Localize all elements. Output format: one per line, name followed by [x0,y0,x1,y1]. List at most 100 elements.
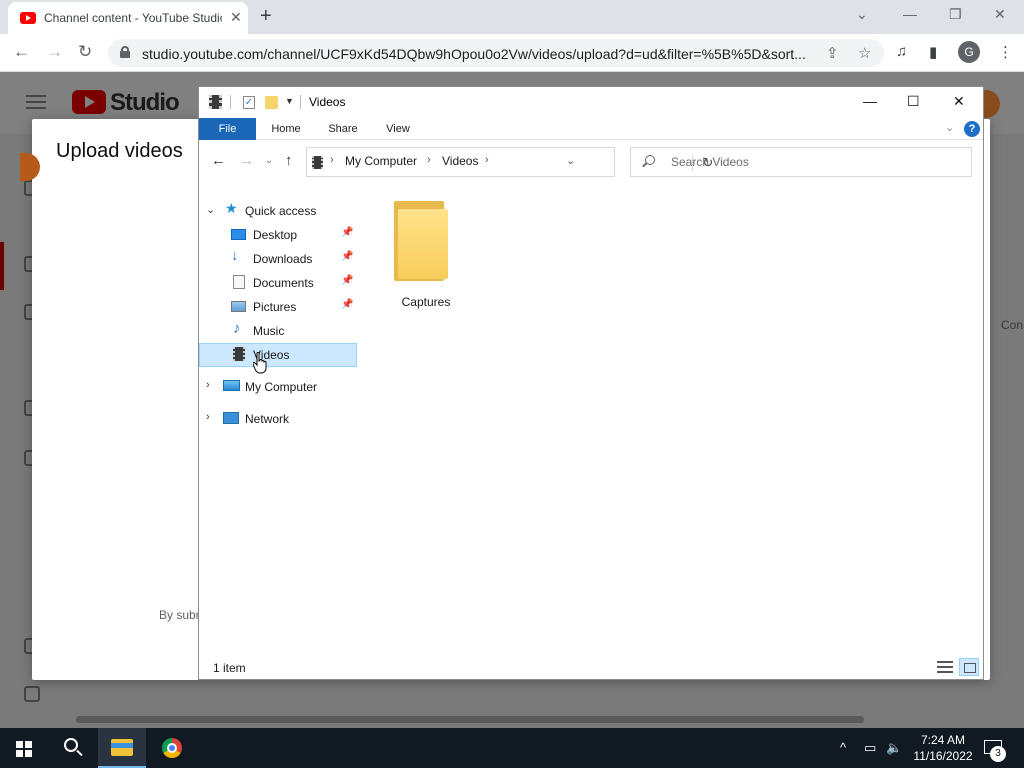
file-list: Captures [360,193,982,633]
explorer-close-button[interactable]: ✕ [953,93,965,110]
upload-avatar [20,153,40,181]
network-tray-icon[interactable]: ▭ [864,740,876,756]
show-hidden-icons-chevron-icon[interactable]: ^ [840,740,846,755]
restore-button[interactable]: ❐ [949,6,962,23]
taskbar-file-explorer[interactable] [98,728,146,768]
breadcrumb-chevron-icon[interactable]: › [427,154,431,166]
volume-icon[interactable]: 🔈 [886,740,902,756]
pin-icon[interactable]: 📌 [341,227,353,238]
tree-item-my-computer[interactable]: › My Computer [199,375,357,399]
tree-label: My Computer [245,380,318,394]
tree-item-desktop[interactable]: Desktop 📌 [199,223,357,247]
taskbar-chrome[interactable] [148,728,196,768]
studio-logo-text[interactable]: Studio [110,89,180,117]
ribbon-tab-home[interactable]: Home [261,118,311,140]
computer-icon [223,380,240,391]
windows-taskbar: ^ ▭ 🔈 7:24 AM 11/16/2022 3 [0,728,1024,768]
customize-toolbar-dropdown-icon[interactable]: ▼ [285,96,294,106]
explorer-back-button[interactable]: ← [211,152,226,169]
search-input[interactable]: Search Videos [630,147,972,177]
horizontal-scrollbar[interactable] [76,716,864,723]
tree-item-music[interactable]: ♪ Music [199,319,357,343]
side-panel-icon[interactable]: ▮ [929,43,937,61]
explorer-titlebar[interactable]: ✓ ▼ Videos — ☐ ✕ [199,87,983,117]
breadcrumb-chevron-icon[interactable]: › [330,154,334,166]
browser-toolbar: ← → ↻ studio.youtube.com/channel/UCF9xKd… [0,34,1024,72]
tab-close-icon[interactable]: ✕ [230,9,242,26]
lock-icon[interactable] [120,46,130,58]
tree-item-documents[interactable]: Documents 📌 [199,271,357,295]
forward-button[interactable]: → [46,42,63,62]
collapse-chevron-icon[interactable]: ⌄ [206,203,215,216]
tab-search-chevron-icon[interactable]: ⌄ [856,6,868,23]
taskbar-search-icon[interactable] [64,738,78,752]
ribbon-tabs: File Home Share View ⌄ ? [199,118,983,140]
sidebar-active-indicator [0,242,4,290]
tree-item-videos[interactable]: Videos [199,343,357,367]
upload-dialog-title: Upload videos [56,140,183,162]
recent-locations-chevron-icon[interactable]: ⌄ [265,155,273,166]
back-button[interactable]: ← [13,42,30,62]
expand-chevron-icon[interactable]: › [206,379,210,391]
background-column-text: Con [1001,318,1024,332]
browser-tab[interactable]: Channel content - YouTube Studio ✕ [8,2,248,34]
explorer-minimize-button[interactable]: — [863,93,877,109]
large-icons-view-icon[interactable] [959,658,979,676]
tree-item-quick-access[interactable]: ⌄ ★ Quick access [199,199,357,223]
folder-label: Captures [401,295,451,309]
expand-ribbon-icon[interactable]: ⌄ [945,121,954,134]
sidebar-feedback-icon[interactable] [24,686,40,702]
clock-time: 7:24 AM [920,733,966,747]
pin-icon[interactable]: 📌 [341,251,353,262]
pin-icon[interactable]: 📌 [341,299,353,310]
tree-item-network[interactable]: › Network [199,407,357,431]
expand-chevron-icon[interactable]: › [206,411,210,423]
ribbon-tab-file[interactable]: File [199,118,256,140]
explorer-navigation-bar: ← → ⌄ ↑ › My Computer › Videos › ⌄ ↻ Sea… [199,141,983,181]
up-one-level-button[interactable]: ↑ [285,152,293,169]
help-icon[interactable]: ? [964,121,980,137]
system-clock[interactable]: 7:24 AM 11/16/2022 [912,732,974,764]
explorer-forward-button[interactable]: → [239,152,254,169]
clock-date: 11/16/2022 [913,749,973,763]
menu-kebab-icon[interactable]: ⋮ [998,43,1013,61]
address-history-dropdown-icon[interactable]: ⌄ [566,154,575,167]
minimize-button[interactable]: — [903,6,917,22]
share-icon[interactable]: ⇪ [826,44,839,62]
pin-icon[interactable]: 📌 [341,275,353,286]
profile-avatar[interactable]: G [958,41,980,63]
reload-button[interactable]: ↻ [78,42,92,62]
search-icon [645,155,655,165]
tree-item-downloads[interactable]: ↓ Downloads 📌 [199,247,357,271]
desktop-icon [231,229,246,240]
media-control-icon[interactable]: ♫ [896,43,907,60]
youtube-favicon-icon [20,12,36,24]
explorer-address-bar[interactable]: › My Computer › Videos › ⌄ ↻ [306,147,713,177]
pictures-icon [231,301,246,312]
new-tab-button[interactable]: + [260,5,272,28]
breadcrumb-videos[interactable]: Videos [442,154,478,168]
youtube-logo-icon[interactable] [72,90,106,114]
windows-start-icon[interactable] [16,741,32,757]
explorer-maximize-button[interactable]: ☐ [907,93,920,110]
url-text[interactable]: studio.youtube.com/channel/UCF9xKd54DQbw… [142,46,814,62]
hamburger-menu-icon[interactable] [26,95,46,109]
tree-label: Pictures [253,300,297,314]
chrome-icon [162,738,182,758]
close-window-button[interactable]: ✕ [994,6,1006,23]
details-view-icon[interactable] [937,660,953,674]
bookmark-star-icon[interactable]: ☆ [858,44,871,62]
tree-label: Desktop [253,228,298,242]
notification-count-badge: 3 [990,746,1006,762]
browser-tab-strip: Channel content - YouTube Studio ✕ + ⌄ —… [0,0,1024,34]
address-bar[interactable]: studio.youtube.com/channel/UCF9xKd54DQbw… [108,39,884,67]
breadcrumb-chevron-icon[interactable]: › [485,154,489,166]
properties-check-icon[interactable]: ✓ [243,96,255,109]
breadcrumb-my-computer[interactable]: My Computer [345,154,417,168]
ribbon-tab-view[interactable]: View [375,118,421,140]
new-folder-icon[interactable] [265,96,278,109]
tree-item-pictures[interactable]: Pictures 📌 [199,295,357,319]
ribbon-tab-share[interactable]: Share [317,118,369,140]
file-explorer-window: ✓ ▼ Videos — ☐ ✕ File Home Share View ⌄ … [198,86,984,680]
tree-label: Downloads [253,252,313,266]
